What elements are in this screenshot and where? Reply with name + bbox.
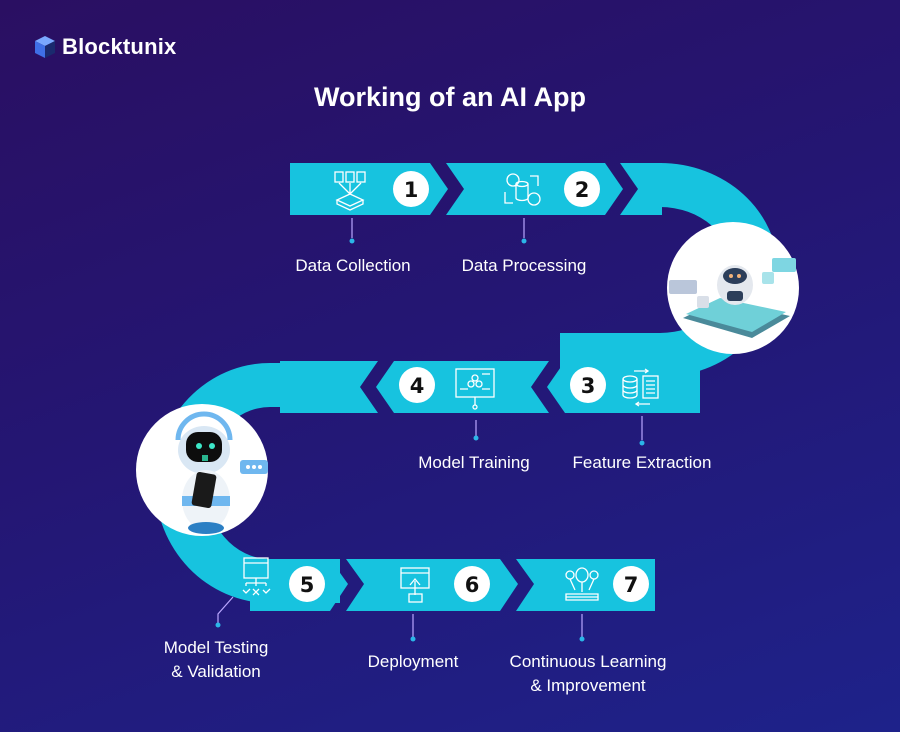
svg-text:7: 7 <box>624 573 639 597</box>
chatbot-on-tablet-illustration <box>667 222 799 354</box>
step-4-badge: 4 <box>399 367 435 403</box>
step-5-label: Model Testing & Validation <box>164 636 269 684</box>
robot-with-phone-illustration <box>136 404 268 536</box>
svg-text:1: 1 <box>404 178 419 202</box>
connector-step-5 <box>217 596 234 623</box>
step-6-label: Deployment <box>367 652 459 671</box>
step-7-badge: 7 <box>613 566 649 602</box>
step-2-label: Data Processing <box>461 256 587 275</box>
step-4-tail <box>280 361 378 413</box>
process-flow: 1 2 3 4 5 6 7 <box>136 163 799 642</box>
step-7-label: Continuous Learning & Improvement <box>510 650 667 698</box>
step-3-label: Feature Extraction <box>572 453 712 472</box>
svg-text:4: 4 <box>410 374 425 398</box>
step-6-badge: 6 <box>454 566 490 602</box>
step-1-label: Data Collection <box>295 256 411 275</box>
step-2-badge: 2 <box>564 171 600 207</box>
step-4-label: Model Training <box>418 453 530 472</box>
step-curve-entry <box>620 163 662 215</box>
step-7-label-line-1: Continuous Learning <box>509 652 667 671</box>
step-5-label-line-1: Model Testing <box>163 638 269 657</box>
step-7-label-line-2: & Improvement <box>530 676 646 695</box>
step-6-ribbon <box>346 559 518 611</box>
svg-text:3: 3 <box>581 374 596 398</box>
svg-text:5: 5 <box>300 573 315 597</box>
step-5-label-line-2: & Validation <box>171 662 261 681</box>
svg-text:2: 2 <box>575 178 590 202</box>
step-5-badge: 5 <box>289 566 325 602</box>
svg-text:6: 6 <box>465 573 480 597</box>
step-3-badge: 3 <box>570 367 606 403</box>
step-1-badge: 1 <box>393 171 429 207</box>
